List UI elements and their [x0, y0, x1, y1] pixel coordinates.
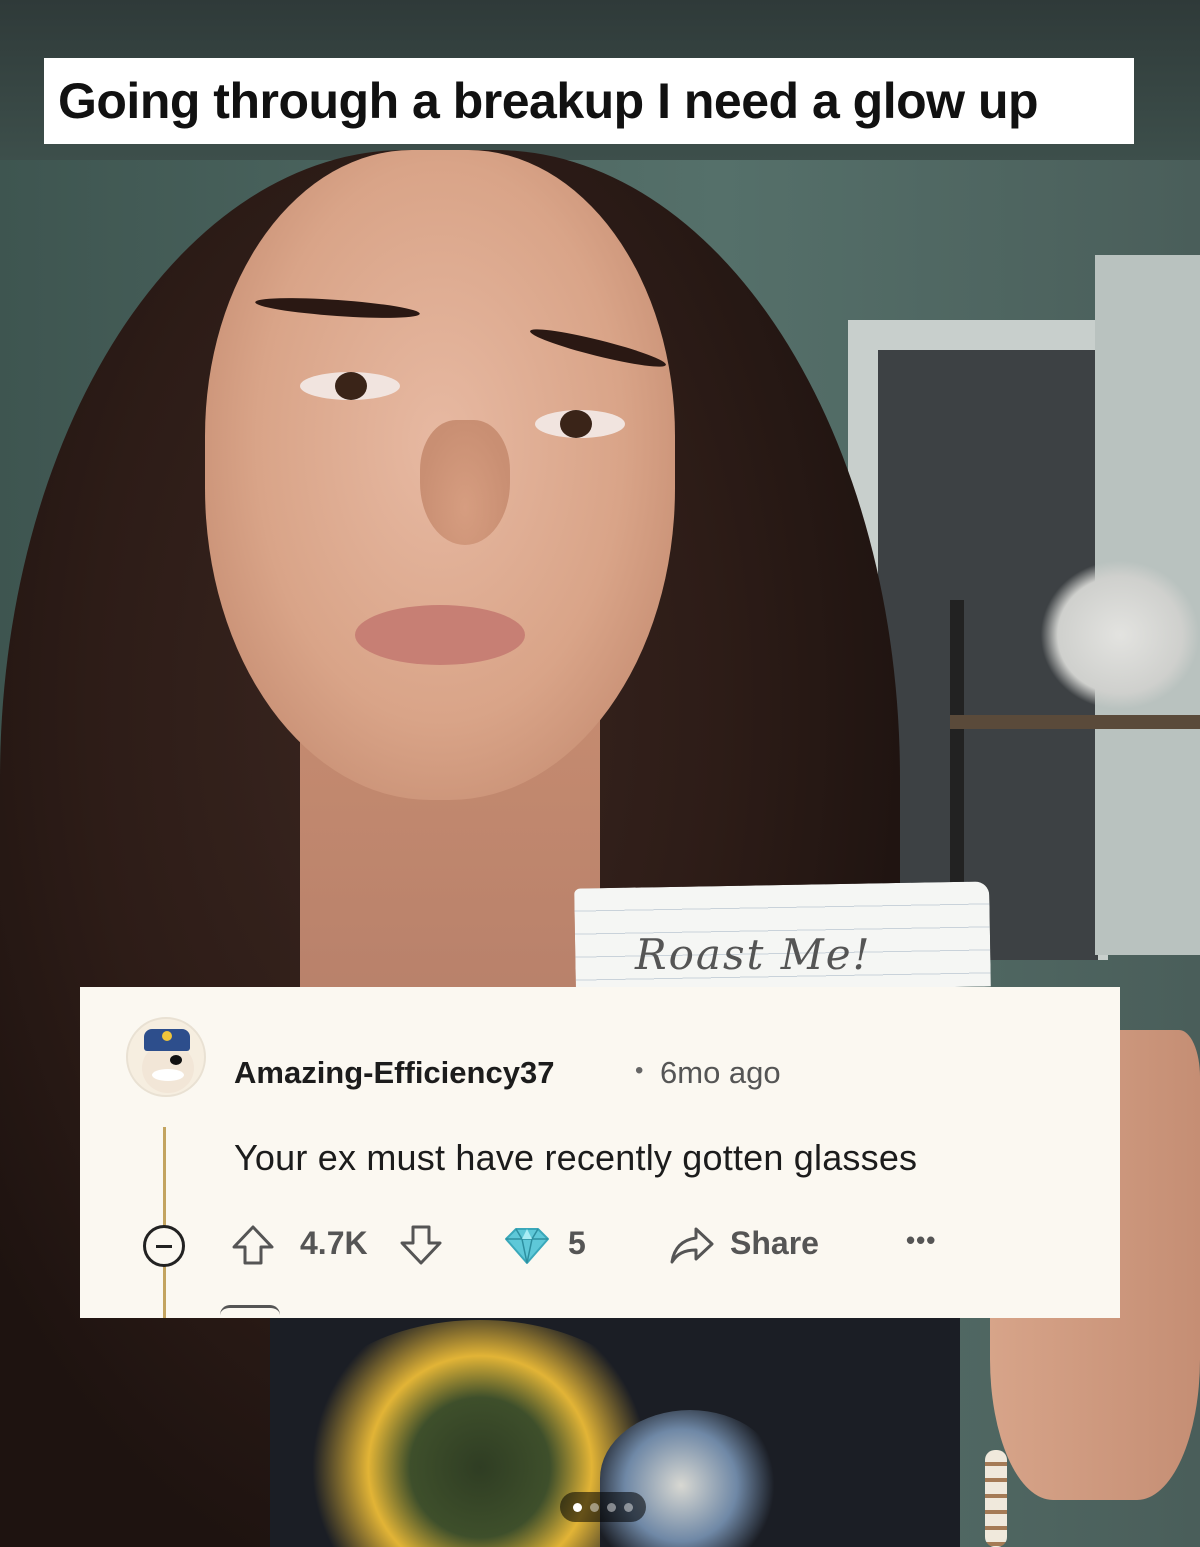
carousel-indicator[interactable]	[560, 1492, 646, 1522]
carousel-dot-4[interactable]	[624, 1502, 633, 1512]
comment-username[interactable]: Amazing-Efficiency37	[234, 1055, 554, 1091]
arrow-down-icon[interactable]	[398, 1223, 444, 1272]
post-title-banner: Going through a breakup I need a glow up	[44, 58, 1134, 144]
bracelet	[985, 1450, 1007, 1547]
share-button[interactable]: Share	[730, 1225, 819, 1262]
shelf-board	[950, 715, 1200, 729]
antler-decor	[1040, 560, 1200, 710]
right-iris	[560, 410, 592, 438]
next-reply-avatar-stub	[220, 1305, 280, 1318]
carousel-dot-3[interactable]	[607, 1502, 616, 1512]
avatar-eyepatch	[170, 1055, 182, 1065]
arrow-up-icon[interactable]	[230, 1223, 276, 1272]
left-iris	[335, 372, 367, 400]
upvote-count: 4.7K	[300, 1225, 368, 1261]
avatar-mustache	[152, 1069, 184, 1081]
comment-body: Your ex must have recently gotten glasse…	[234, 1137, 918, 1178]
collapse-minus-icon[interactable]	[143, 1225, 185, 1267]
nose	[420, 420, 510, 545]
lips	[355, 605, 525, 665]
carousel-dot-2[interactable]	[590, 1502, 599, 1512]
award-count: 5	[568, 1225, 586, 1261]
meta-separator: •	[635, 1057, 644, 1084]
more-options-icon[interactable]: •••	[906, 1225, 936, 1256]
sign-text: Roast Me!	[635, 930, 872, 979]
earth-print	[600, 1410, 780, 1547]
user-avatar[interactable]	[126, 1017, 206, 1097]
carousel-dot-1[interactable]	[573, 1502, 582, 1512]
comment-timestamp: 6mo ago	[660, 1055, 781, 1090]
thread-line[interactable]	[163, 1127, 166, 1318]
avatar-hat-badge	[162, 1031, 172, 1041]
diamond-award-icon[interactable]	[502, 1225, 552, 1270]
comment-card: Amazing-Efficiency37 • 6mo ago Your ex m…	[80, 987, 1120, 1318]
share-arrow-icon[interactable]	[668, 1225, 716, 1270]
post-title: Going through a breakup I need a glow up	[58, 73, 1039, 129]
